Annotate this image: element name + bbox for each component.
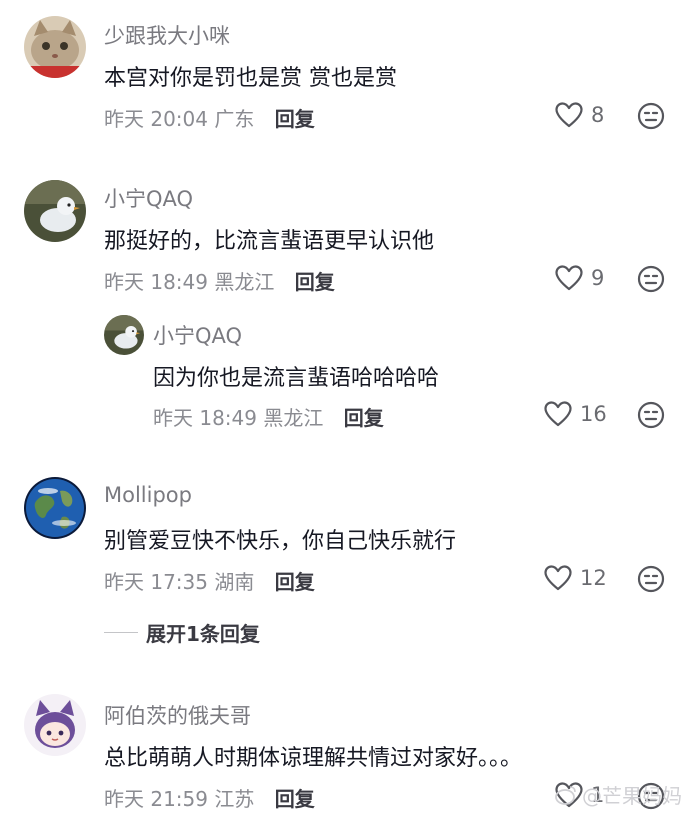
timestamp: 昨天 21:59 xyxy=(104,787,208,811)
timestamp: 昨天 18:49 xyxy=(104,270,208,294)
comment-item: Mollipop 别管爱豆快不快乐，你自己快乐就行 昨天 17:35 湖南 回复… xyxy=(0,465,700,605)
reply-button[interactable]: 回复 xyxy=(275,570,315,594)
heart-outline-icon xyxy=(544,401,572,427)
unhappy-face-icon xyxy=(637,565,665,593)
like-count: 8 xyxy=(591,103,605,127)
like-button[interactable]: 8 xyxy=(555,102,604,128)
reply-button[interactable]: 回复 xyxy=(344,406,384,430)
watermark-text: @芒果妈妈 xyxy=(582,784,682,808)
like-count: 16 xyxy=(580,402,607,426)
username[interactable]: Mollipop xyxy=(104,483,192,507)
username[interactable]: 小宁QAQ xyxy=(153,320,242,350)
avatar[interactable] xyxy=(24,477,86,539)
heart-outline-icon xyxy=(555,265,583,291)
dislike-button[interactable] xyxy=(637,565,665,593)
like-button[interactable]: 9 xyxy=(555,265,604,291)
like-count: 12 xyxy=(580,566,607,590)
comment-meta: 昨天 18:49 黑龙江 回复 xyxy=(153,402,384,431)
bird-avatar-icon xyxy=(104,315,144,355)
unhappy-face-icon xyxy=(637,401,665,429)
avatar[interactable] xyxy=(24,694,86,756)
unhappy-face-icon xyxy=(637,102,665,130)
cartoon-avatar-icon xyxy=(24,694,86,756)
comment-text: 因为你也是流言蜚语哈哈哈哈 xyxy=(153,366,440,391)
like-count: 9 xyxy=(591,266,605,290)
username[interactable]: 小宁QAQ xyxy=(104,183,193,213)
username[interactable]: 阿伯茨的俄夫哥 xyxy=(104,700,251,730)
heart-outline-icon xyxy=(544,565,572,591)
avatar[interactable] xyxy=(24,180,86,242)
location: 黑龙江 xyxy=(263,406,324,430)
reply-item: 小宁QAQ 因为你也是流言蜚语哈哈哈哈 昨天 18:49 黑龙江 回复 16 xyxy=(0,305,700,445)
comment-item: 小宁QAQ 那挺好的，比流言蜚语更早认识他 昨天 18:49 黑龙江 回复 9 xyxy=(0,160,700,305)
expand-replies-button[interactable]: 展开1条回复 xyxy=(104,618,260,647)
divider xyxy=(104,632,138,633)
dislike-button[interactable] xyxy=(637,102,665,130)
bird-avatar-icon xyxy=(24,180,86,242)
dislike-button[interactable] xyxy=(637,401,665,429)
cat-avatar-icon xyxy=(24,16,86,78)
watermark: @芒果妈妈 xyxy=(554,780,682,809)
earth-avatar-icon xyxy=(24,477,86,539)
comment-meta: 昨天 18:49 黑龙江 回复 xyxy=(104,266,335,295)
username[interactable]: 少跟我大小咪 xyxy=(104,20,230,50)
dislike-button[interactable] xyxy=(637,265,665,293)
comment-meta: 昨天 17:35 湖南 回复 xyxy=(104,566,315,595)
location: 广东 xyxy=(214,107,255,131)
timestamp: 昨天 20:04 xyxy=(104,107,208,131)
comment-text: 本宫对你是罚也是赏 赏也是赏 xyxy=(104,66,397,91)
location: 江苏 xyxy=(214,787,255,811)
timestamp: 昨天 17:35 xyxy=(104,570,208,594)
comment-meta: 昨天 20:04 广东 回复 xyxy=(104,103,315,132)
reply-button[interactable]: 回复 xyxy=(275,107,315,131)
comment-item: 少跟我大小咪 本宫对你是罚也是赏 赏也是赏 昨天 20:04 广东 回复 8 xyxy=(0,0,700,160)
heart-outline-icon xyxy=(555,102,583,128)
location: 湖南 xyxy=(214,570,255,594)
timestamp: 昨天 18:49 xyxy=(153,406,257,430)
comment-text: 总比萌萌人时期体谅理解共情过对家好。。。 xyxy=(104,746,523,771)
expand-replies-label: 展开1条回复 xyxy=(146,622,260,646)
reply-button[interactable]: 回复 xyxy=(295,270,335,294)
like-button[interactable]: 12 xyxy=(544,565,607,591)
avatar[interactable] xyxy=(104,315,144,355)
unhappy-face-icon xyxy=(637,265,665,293)
location: 黑龙江 xyxy=(214,270,275,294)
weibo-logo-icon xyxy=(555,785,576,805)
reply-button[interactable]: 回复 xyxy=(275,787,315,811)
comment-meta: 昨天 21:59 江苏 回复 xyxy=(104,783,315,812)
comment-text: 那挺好的，比流言蜚语更早认识他 xyxy=(104,229,435,254)
comment-text: 别管爱豆快不快乐，你自己快乐就行 xyxy=(104,529,457,554)
avatar[interactable] xyxy=(24,16,86,78)
like-button[interactable]: 16 xyxy=(544,401,607,427)
